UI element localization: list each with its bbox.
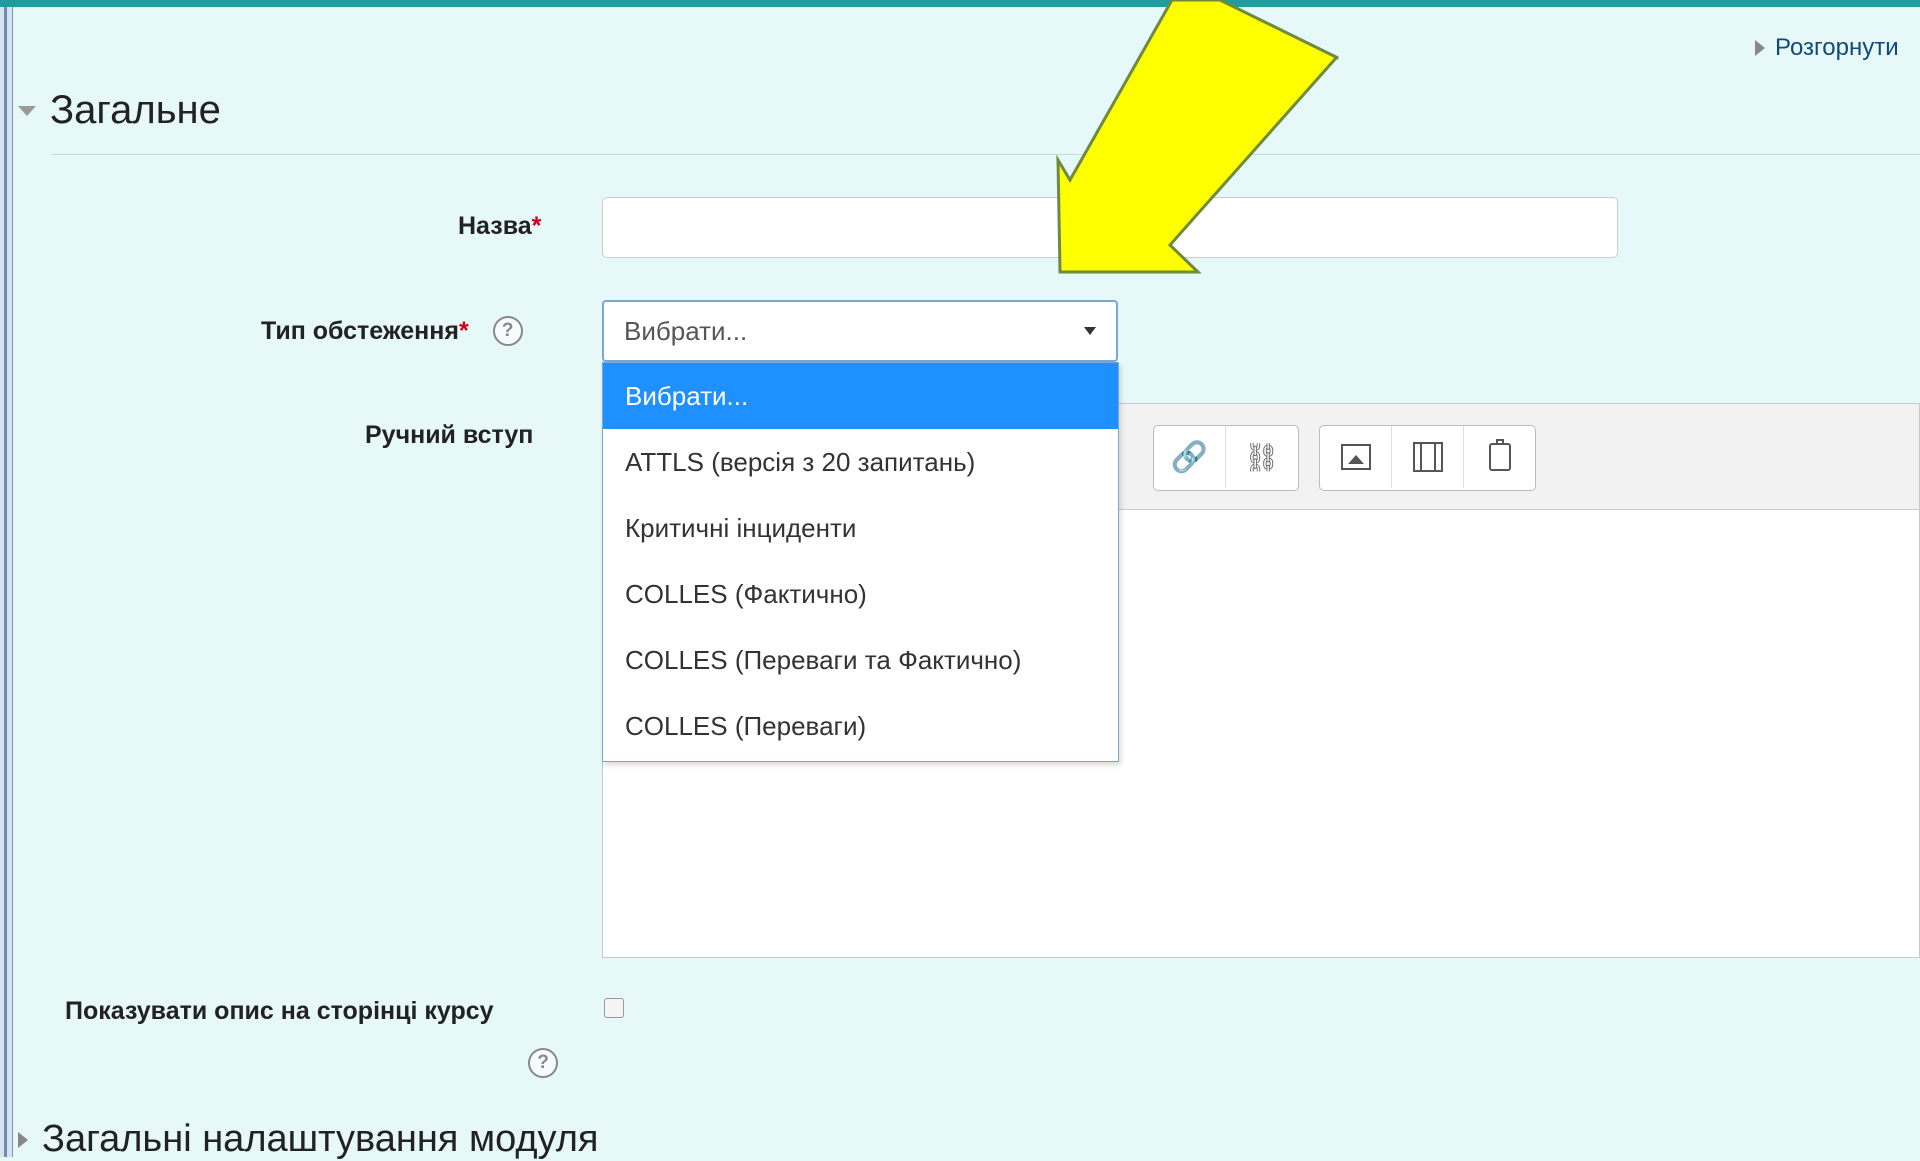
survey-type-option[interactable]: Вибрати... [603, 363, 1118, 429]
expand-all-link[interactable]: Розгорнути [1755, 34, 1899, 62]
image-icon [1340, 444, 1371, 470]
unlink-icon[interactable]: ⛓ [1226, 426, 1297, 488]
section-module-title: Загальні налаштування модуля [42, 1118, 599, 1160]
name-label: Назва* [458, 212, 542, 240]
survey-type-option[interactable]: Критичні інциденти [603, 495, 1118, 561]
survey-type-option[interactable]: ATTLS (версія з 20 запитань) [603, 429, 1118, 495]
clipboard-icon [1488, 439, 1511, 471]
required-marker: * [458, 316, 469, 345]
show-description-checkbox[interactable] [604, 998, 624, 1018]
image-button[interactable] [1320, 426, 1392, 488]
section-divider [52, 154, 1920, 155]
collapse-triangle-icon [18, 105, 36, 116]
section-general-title: Загальне [50, 88, 221, 132]
survey-type-option[interactable]: COLLES (Переваги) [603, 693, 1118, 759]
manage-files-button[interactable] [1464, 426, 1535, 488]
survey-type-select[interactable]: Вибрати... [602, 300, 1118, 362]
expand-triangle-icon [18, 1131, 28, 1148]
show-description-label: Показувати опис на сторінці курсу [65, 997, 494, 1025]
toolbar-link-group: 🔗 ⛓ [1153, 425, 1299, 491]
link-icon[interactable]: 🔗 [1154, 426, 1226, 488]
section-module-header[interactable]: Загальні налаштування модуля [18, 1118, 598, 1161]
section-general-header[interactable]: Загальне [18, 88, 221, 133]
survey-type-options: Вибрати... ATTLS (версія з 20 запитань) … [602, 362, 1119, 762]
help-icon[interactable]: ? [528, 1048, 558, 1078]
survey-type-option[interactable]: COLLES (Переваги та Фактично) [603, 627, 1118, 693]
left-frame-border [0, 7, 13, 1157]
top-accent-bar [0, 0, 1920, 7]
survey-type-label: Тип обстеження* ? [261, 316, 523, 346]
media-button[interactable] [1392, 426, 1464, 488]
required-marker: * [531, 212, 542, 240]
chevron-down-icon [1084, 327, 1096, 335]
expand-triangle-icon [1755, 40, 1765, 56]
toolbar-media-group [1319, 425, 1536, 491]
expand-all-label: Розгорнути [1775, 34, 1899, 61]
survey-type-option[interactable]: COLLES (Фактично) [603, 561, 1118, 627]
survey-type-selected-value: Вибрати... [624, 315, 748, 346]
name-input[interactable] [602, 197, 1618, 258]
film-icon [1412, 442, 1443, 472]
intro-label: Ручний вступ [365, 421, 534, 449]
help-icon[interactable]: ? [492, 316, 523, 346]
